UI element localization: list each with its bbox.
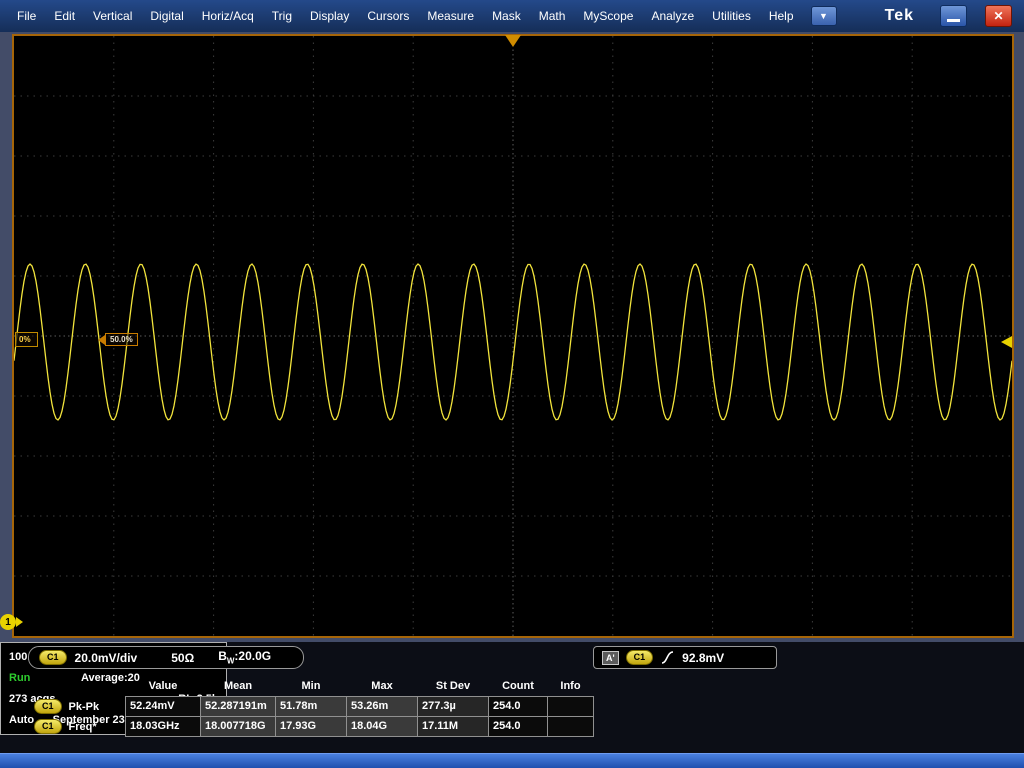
measurement-row: C1 Pk-Pk 52.24mV52.287191m51.78m53.26m277.… — [30, 696, 590, 717]
channel-badge: C1 — [34, 699, 62, 714]
vertical-scale: 20.0mV/div — [75, 651, 138, 665]
menu-item-horizacq[interactable]: Horiz/Acq — [193, 0, 263, 32]
measurement-column-header: Max — [347, 679, 417, 694]
measurement-column-header: Mean — [201, 679, 275, 694]
menu-item-math[interactable]: Math — [530, 0, 575, 32]
rising-edge-icon — [660, 650, 675, 665]
measurement-cell: 52.24mV — [126, 697, 200, 716]
measurement-column-header: Value — [126, 679, 200, 694]
close-button[interactable]: ✕ — [985, 5, 1012, 27]
measurement-name: Pk-Pk — [69, 701, 100, 713]
measurement-cell: 18.04G — [347, 717, 417, 736]
menu-item-display[interactable]: Display — [301, 0, 358, 32]
close-icon: ✕ — [993, 9, 1003, 23]
trigger-level-label: 50.0% — [105, 333, 138, 346]
menu-item-utilities[interactable]: Utilities — [703, 0, 760, 32]
measurement-row-label: C1 Pk-Pk — [30, 696, 125, 717]
trigger-level-marker-50pct[interactable]: 50.0% — [98, 333, 138, 346]
measurement-cell: 17.93G — [276, 717, 346, 736]
menu-items: FileEditVerticalDigitalHoriz/AcqTrigDisp… — [8, 0, 803, 32]
measurement-cell: 53.26m — [347, 697, 417, 716]
menu-item-cursors[interactable]: Cursors — [358, 0, 418, 32]
display-background: 0% 50.0% 1 — [0, 32, 1024, 642]
measurement-row: C1 Freq* 18.03GHz18.007718G17.93G18.04G17.… — [30, 716, 590, 737]
measurement-row-label: C1 Freq* — [30, 716, 125, 737]
menu-item-edit[interactable]: Edit — [45, 0, 84, 32]
measurement-column-header: Min — [276, 679, 346, 694]
oscilloscope-window: FileEditVerticalDigitalHoriz/AcqTrigDisp… — [0, 0, 1024, 768]
menu-bar: FileEditVerticalDigitalHoriz/AcqTrigDisp… — [0, 0, 1024, 32]
menu-item-trig[interactable]: Trig — [263, 0, 301, 32]
readout-area: C1 20.0mV/div 50Ω BW:20.0G A' C1 92.8mV … — [0, 642, 1024, 753]
measurement-column-header: St Dev — [418, 679, 488, 694]
left-arrow-icon — [98, 335, 105, 345]
minimize-button[interactable] — [940, 5, 967, 27]
measurement-cell: 254.0 — [489, 717, 547, 736]
tek-logo: Tek — [885, 7, 914, 25]
menu-item-analyze[interactable]: Analyze — [642, 0, 703, 32]
measurement-cell: 51.78m — [276, 697, 346, 716]
measurement-table-header: ValueMeanMinMaxSt DevCountInfo — [30, 678, 590, 695]
waveform-plot — [14, 36, 1012, 636]
channel-badge: C1 — [34, 719, 62, 734]
menu-overflow-button[interactable]: ▼ — [811, 6, 837, 26]
trigger-readout-panel[interactable]: A' C1 92.8mV — [593, 646, 777, 669]
channel1-position-marker[interactable]: 1 — [0, 614, 23, 630]
measurement-cell: 17.11M — [418, 717, 488, 736]
channel-badge: C1 — [39, 650, 67, 665]
trigger-level-arrow[interactable] — [1001, 336, 1012, 348]
right-arrow-icon — [16, 617, 23, 627]
measurement-table: ValueMeanMinMaxSt DevCountInfo C1 Pk-Pk 52… — [30, 678, 590, 737]
menu-item-measure[interactable]: Measure — [418, 0, 483, 32]
menu-item-vertical[interactable]: Vertical — [84, 0, 141, 32]
measurement-cell: 277.3µ — [418, 697, 488, 716]
trigger-a-badge: A' — [602, 651, 619, 665]
measurement-cell: 52.287191m — [201, 697, 275, 716]
bandwidth-readout: BW:20.0G — [218, 649, 271, 665]
menu-item-myscope[interactable]: MyScope — [574, 0, 642, 32]
channel1-readout-panel[interactable]: C1 20.0mV/div 50Ω BW:20.0G — [28, 646, 304, 669]
trigger-position-marker[interactable] — [505, 35, 521, 47]
menu-item-help[interactable]: Help — [760, 0, 803, 32]
menu-item-file[interactable]: File — [8, 0, 45, 32]
measurement-cell: 254.0 — [489, 697, 547, 716]
chevron-down-icon: ▼ — [819, 11, 828, 21]
measurement-column-header: Count — [489, 679, 547, 694]
taskbar-strip — [0, 753, 1024, 768]
reference-marker-0pct: 0% — [15, 332, 38, 347]
measurement-cell: 18.007718G — [201, 717, 275, 736]
menu-item-digital[interactable]: Digital — [141, 0, 192, 32]
channel-badge: C1 — [626, 650, 654, 665]
menu-item-mask[interactable]: Mask — [483, 0, 530, 32]
measurement-cell — [548, 717, 593, 736]
input-impedance: 50Ω — [171, 651, 194, 665]
measurement-cell: 18.03GHz — [126, 717, 200, 736]
channel1-badge: 1 — [0, 614, 16, 630]
measurement-cell — [548, 697, 593, 716]
graticule: 0% 50.0% 1 — [12, 34, 1014, 638]
measurement-column-header: Info — [548, 679, 593, 694]
trigger-level-readout: 92.8mV — [682, 651, 724, 665]
measurement-name: Freq* — [69, 721, 97, 733]
